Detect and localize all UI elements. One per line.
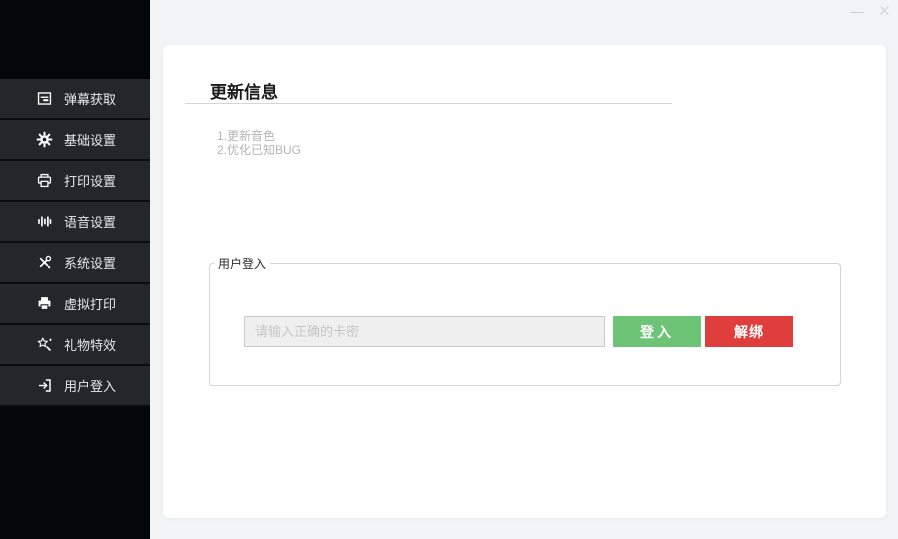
tools-icon <box>36 254 53 271</box>
update-notes: 1.更新音色 2.优化已知BUG <box>217 129 301 157</box>
gear-icon <box>36 131 53 148</box>
app-window: 弹幕获取 基础设置 打印设置 语音设置 系统设置 虚拟打印 礼物特效 用户登入 … <box>0 0 898 539</box>
page-title: 更新信息 <box>210 83 278 102</box>
sidebar-item-label: 语音设置 <box>64 215 117 230</box>
content-card: 更新信息 1.更新音色 2.优化已知BUG 用户登入 登入 解绑 <box>163 45 886 518</box>
login-legend: 用户登入 <box>218 257 267 271</box>
waveform-icon <box>36 213 53 230</box>
sidebar-item-basic-settings[interactable]: 基础设置 <box>0 120 150 161</box>
sidebar-item-danmaku[interactable]: 弹幕获取 <box>0 79 150 120</box>
sidebar-item-label: 弹幕获取 <box>64 92 117 107</box>
login-button[interactable]: 登入 <box>613 316 701 347</box>
sidebar: 弹幕获取 基础设置 打印设置 语音设置 系统设置 虚拟打印 礼物特效 用户登入 <box>0 0 150 539</box>
main-area: — × 更新信息 1.更新音色 2.优化已知BUG 用户登入 登入 解绑 <box>150 0 898 539</box>
danmaku-icon <box>36 90 53 107</box>
sidebar-item-gift-effects[interactable]: 礼物特效 <box>0 325 150 366</box>
printer-filled-icon <box>36 295 53 312</box>
login-fieldset: 用户登入 登入 解绑 <box>209 255 841 386</box>
close-button[interactable]: × <box>879 2 890 22</box>
sidebar-item-print-settings[interactable]: 打印设置 <box>0 161 150 202</box>
sidebar-item-label: 礼物特效 <box>64 338 117 353</box>
sidebar-item-system-settings[interactable]: 系统设置 <box>0 243 150 284</box>
minimize-button[interactable]: — <box>850 3 864 19</box>
sidebar-item-user-login[interactable]: 用户登入 <box>0 366 150 407</box>
update-note: 2.优化已知BUG <box>217 143 302 157</box>
star-wand-icon <box>36 336 53 353</box>
title-divider <box>185 103 672 104</box>
unbind-button[interactable]: 解绑 <box>705 316 793 347</box>
printer-icon <box>36 172 53 189</box>
login-icon <box>36 377 53 394</box>
update-note: 1.更新音色 <box>217 129 276 143</box>
sidebar-menu: 弹幕获取 基础设置 打印设置 语音设置 系统设置 虚拟打印 礼物特效 用户登入 <box>0 79 150 407</box>
sidebar-item-label: 系统设置 <box>64 256 117 271</box>
sidebar-item-voice-settings[interactable]: 语音设置 <box>0 202 150 243</box>
card-key-input[interactable] <box>244 316 605 347</box>
sidebar-item-label: 打印设置 <box>64 174 117 189</box>
sidebar-item-label: 基础设置 <box>64 133 117 148</box>
sidebar-item-virtual-print[interactable]: 虚拟打印 <box>0 284 150 325</box>
sidebar-item-label: 用户登入 <box>64 379 117 394</box>
sidebar-item-label: 虚拟打印 <box>64 297 117 312</box>
